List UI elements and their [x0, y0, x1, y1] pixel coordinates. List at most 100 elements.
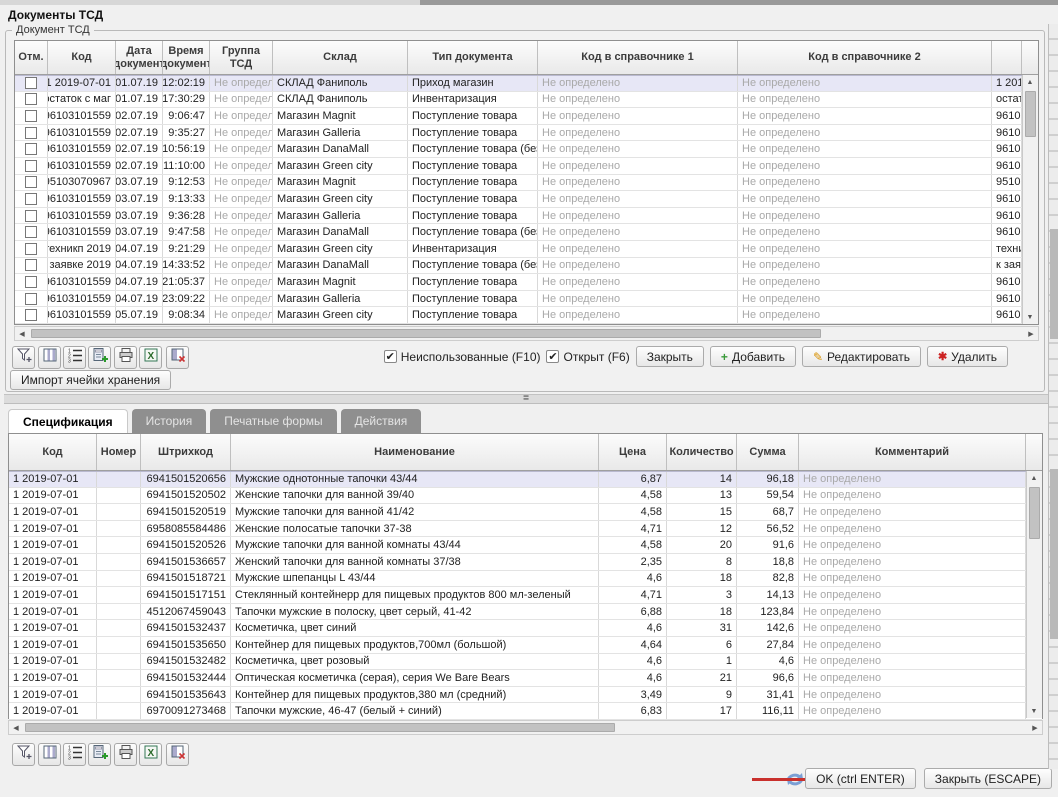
spec-row[interactable]: 1 2019-07-016941501518721Мужские шпепанц… — [9, 571, 1042, 588]
tab-print-forms[interactable]: Печатные формы — [210, 409, 336, 433]
edit-button[interactable]: ✎Редактировать — [802, 346, 921, 367]
spec-row[interactable]: 1 2019-07-016941501532444Оптическая косм… — [9, 670, 1042, 687]
doc-column-header[interactable]: Склад — [273, 41, 408, 74]
doc-column-header[interactable]: Дата документ — [116, 41, 163, 74]
scroll-right-icon[interactable]: ▶ — [1024, 327, 1038, 341]
row-checkbox[interactable] — [25, 160, 37, 172]
row-checkbox[interactable] — [25, 77, 37, 89]
excel-export-button[interactable]: X — [139, 346, 162, 369]
scroll-down-icon[interactable]: ▼ — [1023, 310, 1037, 324]
row-checkbox[interactable] — [25, 93, 37, 105]
row-checkbox[interactable] — [25, 259, 37, 271]
scrollbar-thumb[interactable] — [1025, 91, 1036, 137]
scroll-left-icon[interactable]: ◀ — [9, 721, 23, 735]
print-button[interactable] — [114, 743, 137, 766]
numbered-list-button[interactable]: 123 — [63, 346, 86, 369]
doc-row[interactable]: 9610310155905.07.199:08:34Не определеноМ… — [15, 307, 1038, 324]
add-button[interactable]: +Добавить — [710, 346, 796, 367]
spec-column-header[interactable]: Штрихкод — [141, 434, 231, 470]
doc-row[interactable]: 9610310155902.07.1911:10:00Не определено… — [15, 158, 1038, 175]
spec-row[interactable]: 1 2019-07-016941501532437Косметичка, цве… — [9, 620, 1042, 637]
specification-table-vertical-scrollbar[interactable]: ▲ ▼ — [1026, 471, 1042, 718]
import-storage-cell-button[interactable]: Импорт ячейки хранения — [10, 370, 171, 390]
spec-column-header[interactable]: Количество — [667, 434, 737, 470]
scrollbar-thumb[interactable] — [25, 723, 615, 732]
calculator-add-button[interactable] — [88, 346, 111, 369]
doc-row[interactable]: остаток с маг01.07.1917:30:29Не определе… — [15, 92, 1038, 109]
doc-row[interactable]: 9610310155903.07.199:36:28Не определеноМ… — [15, 208, 1038, 225]
doc-row[interactable]: техникп 201904.07.199:21:29Не определено… — [15, 241, 1038, 258]
doc-row[interactable]: 9610310155904.07.1923:09:22Не определено… — [15, 291, 1038, 308]
row-checkbox[interactable] — [25, 143, 37, 155]
doc-row[interactable]: 9510307096703.07.199:12:53Не определеноМ… — [15, 175, 1038, 192]
row-checkbox[interactable] — [25, 276, 37, 288]
doc-row[interactable]: 9610310155902.07.1910:56:19Не определено… — [15, 141, 1038, 158]
close-escape-button[interactable]: Закрыть (ESCAPE) — [924, 768, 1052, 789]
row-checkbox[interactable] — [25, 127, 37, 139]
doc-column-header[interactable]: Код в справочнике 2 — [738, 41, 992, 74]
doc-column-header[interactable]: Группа ТСД — [210, 41, 273, 74]
spec-row[interactable]: 1 2019-07-016941501532482Косметичка, цве… — [9, 654, 1042, 671]
row-checkbox[interactable] — [25, 176, 37, 188]
remove-column-button[interactable] — [166, 346, 189, 369]
spec-row[interactable]: 1 2019-07-016941501517151Стеклянный конт… — [9, 587, 1042, 604]
spec-row[interactable]: 1 2019-07-016970091273468Тапочки мужские… — [9, 703, 1042, 720]
scrollbar-thumb[interactable] — [1029, 487, 1040, 539]
spec-row[interactable]: 1 2019-07-016958085584486Женские полосат… — [9, 521, 1042, 538]
spec-column-header[interactable]: Номер — [97, 434, 141, 470]
scroll-up-icon[interactable]: ▲ — [1023, 75, 1037, 89]
row-checkbox[interactable] — [25, 226, 37, 238]
doc-column-header[interactable]: Код в справочнике 1 — [538, 41, 738, 74]
delete-button[interactable]: ✱Удалить — [927, 346, 1008, 367]
doc-column-header[interactable]: Время документ — [163, 41, 210, 74]
spec-column-header[interactable]: Сумма — [737, 434, 799, 470]
row-checkbox[interactable] — [25, 110, 37, 122]
doc-row[interactable]: 9610310155903.07.199:47:58Не определеноМ… — [15, 224, 1038, 241]
documents-table-horizontal-scrollbar[interactable]: ◀ ▶ — [14, 326, 1039, 341]
column-settings-button[interactable] — [38, 743, 61, 766]
doc-row[interactable]: 1 2019-07-0101.07.1912:02:19Не определен… — [15, 75, 1038, 92]
row-checkbox[interactable] — [25, 309, 37, 321]
spec-row[interactable]: 1 2019-07-016941501520526Мужские тапочки… — [9, 537, 1042, 554]
doc-row[interactable]: 9610310155902.07.199:35:27Не определеноМ… — [15, 125, 1038, 142]
doc-row[interactable]: 9610310155903.07.199:13:33Не определеноМ… — [15, 191, 1038, 208]
filter-add-button[interactable] — [12, 743, 35, 766]
tab-history[interactable]: История — [132, 409, 207, 433]
spec-row[interactable]: 1 2019-07-016941501520519Мужские тапочки… — [9, 504, 1042, 521]
spec-column-header[interactable]: Комментарий — [799, 434, 1026, 470]
spec-row[interactable]: 1 2019-07-016941501535643Контейнер для п… — [9, 687, 1042, 704]
spec-row[interactable]: 1 2019-07-016941501520502Женские тапочки… — [9, 488, 1042, 505]
doc-column-header[interactable] — [992, 41, 1022, 74]
row-checkbox[interactable] — [25, 243, 37, 255]
close-button[interactable]: Закрыть — [636, 346, 704, 367]
scroll-left-icon[interactable]: ◀ — [15, 327, 29, 341]
doc-row[interactable]: к заявке 201904.07.1914:33:52Не определе… — [15, 258, 1038, 275]
tab-specification[interactable]: Спецификация — [8, 409, 128, 433]
column-settings-button[interactable] — [38, 346, 61, 369]
open-checkbox[interactable]: ✔ — [546, 350, 559, 363]
specification-table-horizontal-scrollbar[interactable]: ◀ ▶ — [8, 720, 1043, 735]
spec-row[interactable]: 1 2019-07-016941501536657Женский тапочки… — [9, 554, 1042, 571]
documents-table-vertical-scrollbar[interactable]: ▲ ▼ — [1022, 75, 1038, 324]
scrollbar-thumb[interactable] — [31, 329, 821, 338]
doc-column-header[interactable]: Отм. — [15, 41, 48, 74]
ok-button[interactable]: OK (ctrl ENTER) — [805, 768, 916, 789]
numbered-list-button[interactable]: 123 — [63, 743, 86, 766]
row-checkbox[interactable] — [25, 293, 37, 305]
doc-column-header[interactable]: Тип документа — [408, 41, 538, 74]
doc-row[interactable]: 9610310155904.07.1921:05:37Не определено… — [15, 274, 1038, 291]
unused-checkbox[interactable]: ✔ — [384, 350, 397, 363]
spec-column-header[interactable]: Код — [9, 434, 97, 470]
filter-add-button[interactable] — [12, 346, 35, 369]
print-button[interactable] — [114, 346, 137, 369]
doc-column-header[interactable]: Код — [48, 41, 116, 74]
spec-row[interactable]: 1 2019-07-016941501520656Мужские однотон… — [9, 471, 1042, 488]
spec-column-header[interactable]: Цена — [599, 434, 667, 470]
scroll-right-icon[interactable]: ▶ — [1028, 721, 1042, 735]
row-checkbox[interactable] — [25, 210, 37, 222]
panel-splitter[interactable]: = — [4, 394, 1048, 404]
excel-export-button[interactable]: X — [139, 743, 162, 766]
spec-row[interactable]: 1 2019-07-016941501535650Контейнер для п… — [9, 637, 1042, 654]
remove-column-button[interactable] — [166, 743, 189, 766]
spec-column-header[interactable]: Наименование — [231, 434, 599, 470]
